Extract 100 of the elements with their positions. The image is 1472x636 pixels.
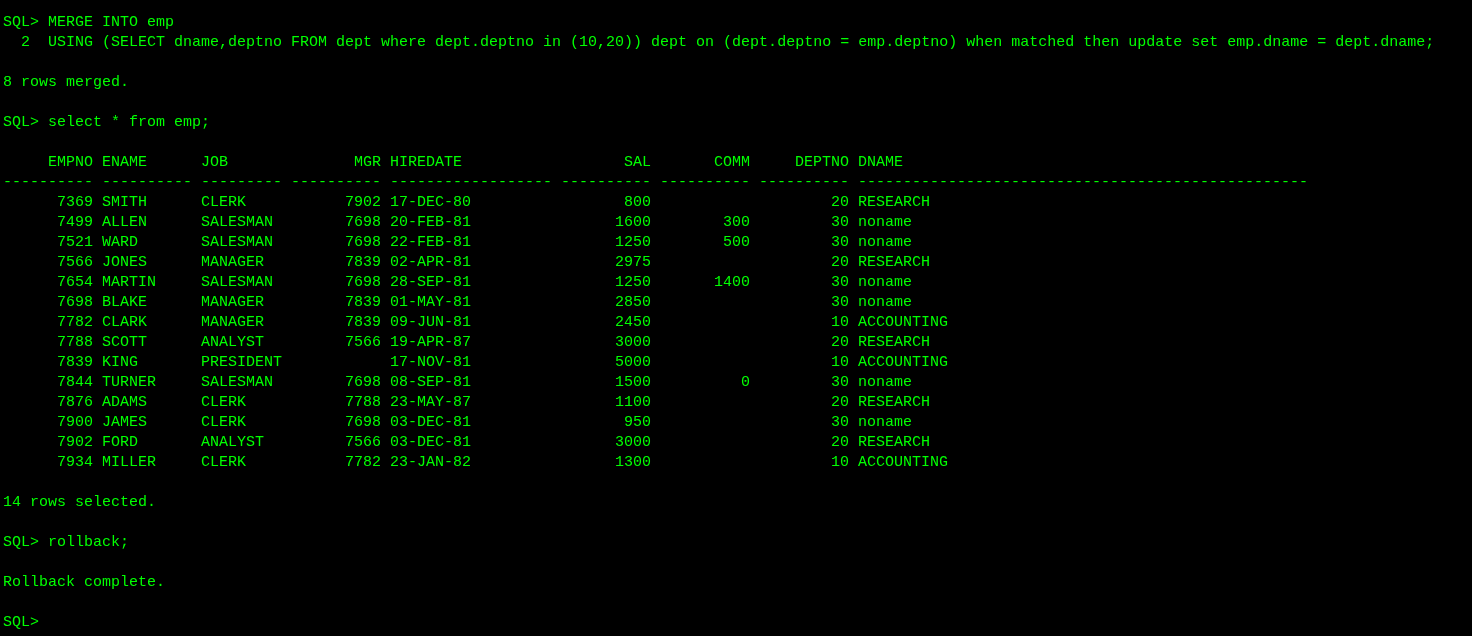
table-cell: 17-NOV-81 xyxy=(390,354,471,371)
table-cell: 23-JAN-82 xyxy=(390,454,471,471)
table-cell: 7934 xyxy=(57,454,93,471)
table-cell: 09-JUN-81 xyxy=(390,314,471,331)
table-cell: JAMES xyxy=(102,414,147,431)
table-cell: 30 xyxy=(831,414,849,431)
table-cell: 28-SEP-81 xyxy=(390,274,471,291)
terminal-line: 2 USING (SELECT dname,deptno FROM dept where dept.deptno in (10,20)) dept on (dept.deptno = emp.deptno) when matched then update set emp.dname = dept.dname; xyxy=(20,33,1435,53)
table-cell: 7566 xyxy=(57,254,93,271)
table-cell: JONES xyxy=(102,254,147,271)
table-cell: noname xyxy=(858,294,913,311)
table-cell: MANAGER xyxy=(201,254,264,271)
table-cell: 7839 xyxy=(345,294,381,311)
terminal-line: SQL> rollback; xyxy=(3,533,130,553)
table-cell: 20 xyxy=(831,194,849,211)
table-cell: 17-DEC-80 xyxy=(390,194,471,211)
table-cell: 7566 xyxy=(345,434,381,451)
table-cell: noname xyxy=(858,274,913,291)
table-cell: 7369 xyxy=(57,194,93,211)
table-cell: 950 xyxy=(624,414,651,431)
column-header: EMPNO xyxy=(48,154,93,171)
table-cell: 7788 xyxy=(345,394,381,411)
table-cell: SCOTT xyxy=(102,334,147,351)
table-cell: 1600 xyxy=(615,214,651,231)
table-cell: 1400 xyxy=(714,274,750,291)
table-cell: 800 xyxy=(624,194,651,211)
table-cell: KING xyxy=(102,354,138,371)
table-cell: noname xyxy=(858,214,913,231)
table-cell: 7876 xyxy=(57,394,93,411)
table-cell: 10 xyxy=(831,354,849,371)
column-header: HIREDATE xyxy=(390,154,462,171)
table-cell: 19-APR-87 xyxy=(390,334,471,351)
table-cell: 30 xyxy=(831,214,849,231)
column-header: SAL xyxy=(624,154,651,171)
table-cell: 7654 xyxy=(57,274,93,291)
table-cell: ACCOUNTING xyxy=(858,314,949,331)
terminal-line: 8 rows merged. xyxy=(3,73,130,93)
table-cell: FORD xyxy=(102,434,138,451)
table-cell: 7566 xyxy=(345,334,381,351)
table-cell: ANALYST xyxy=(201,334,264,351)
table-cell: PRESIDENT xyxy=(201,354,282,371)
terminal-line: SQL> MERGE INTO emp xyxy=(3,13,175,33)
table-cell: 7839 xyxy=(345,254,381,271)
table-cell: noname xyxy=(858,414,913,431)
table-cell: 7698 xyxy=(57,294,93,311)
table-cell: ACCOUNTING xyxy=(858,454,949,471)
table-cell: MARTIN xyxy=(102,274,156,291)
table-cell: CLERK xyxy=(201,194,246,211)
table-cell: ANALYST xyxy=(201,434,264,451)
column-header: DEPTNO xyxy=(795,154,849,171)
table-cell: 2850 xyxy=(615,294,651,311)
column-header: ENAME xyxy=(102,154,147,171)
table-cell: 7782 xyxy=(345,454,381,471)
table-cell: 20 xyxy=(831,254,849,271)
table-cell: 30 xyxy=(831,274,849,291)
table-cell: MILLER xyxy=(102,454,156,471)
table-cell: 7839 xyxy=(57,354,93,371)
table-cell: 20 xyxy=(831,394,849,411)
table-cell: RESEARCH xyxy=(858,194,931,211)
table-cell: BLAKE xyxy=(102,294,147,311)
table-cell: 7839 xyxy=(345,314,381,331)
table-cell: CLERK xyxy=(201,414,246,431)
table-cell: RESEARCH xyxy=(858,394,931,411)
table-cell: SALESMAN xyxy=(201,274,273,291)
column-header: COMM xyxy=(714,154,750,171)
table-cell: 1250 xyxy=(615,234,651,251)
terminal-line: SQL> xyxy=(3,613,39,633)
column-header: JOB xyxy=(201,154,228,171)
table-cell: 7521 xyxy=(57,234,93,251)
table-cell: TURNER xyxy=(102,374,156,391)
table-cell: 300 xyxy=(723,214,750,231)
table-cell: 7698 xyxy=(345,414,381,431)
table-cell: 30 xyxy=(831,234,849,251)
table-cell: 30 xyxy=(831,294,849,311)
table-cell: ALLEN xyxy=(102,214,147,231)
table-cell: 7900 xyxy=(57,414,93,431)
table-cell: 7782 xyxy=(57,314,93,331)
table-cell: 7844 xyxy=(57,374,93,391)
table-cell: SALESMAN xyxy=(201,374,273,391)
table-cell: 03-DEC-81 xyxy=(390,434,471,451)
table-cell: 7902 xyxy=(345,194,381,211)
table-cell: 7698 xyxy=(345,214,381,231)
table-cell: 08-SEP-81 xyxy=(390,374,471,391)
table-cell: 1300 xyxy=(615,454,651,471)
table-cell: CLARK xyxy=(102,314,147,331)
table-cell: 7902 xyxy=(57,434,93,451)
table-cell: 7499 xyxy=(57,214,93,231)
table-cell: 01-MAY-81 xyxy=(390,294,471,311)
table-cell: SMITH xyxy=(102,194,147,211)
table-cell: SALESMAN xyxy=(201,234,273,251)
table-cell: ADAMS xyxy=(102,394,147,411)
table-cell: 7698 xyxy=(345,274,381,291)
table-cell: RESEARCH xyxy=(858,334,931,351)
table-cell: 5000 xyxy=(615,354,651,371)
table-cell: 7698 xyxy=(345,234,381,251)
table-cell: 1500 xyxy=(615,374,651,391)
table-cell: CLERK xyxy=(201,394,246,411)
table-cell: 2450 xyxy=(615,314,651,331)
table-cell: noname xyxy=(858,234,913,251)
table-cell: ACCOUNTING xyxy=(858,354,949,371)
